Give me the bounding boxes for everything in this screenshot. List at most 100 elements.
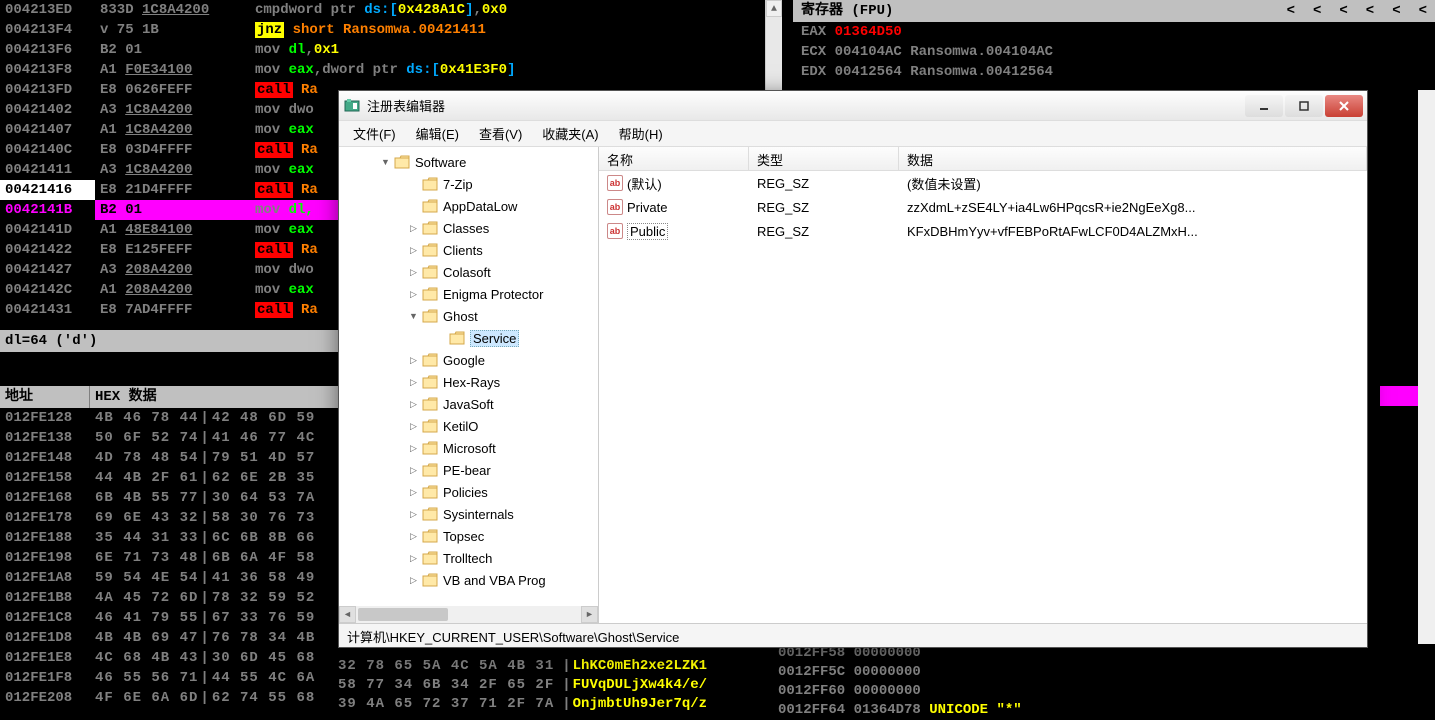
- stack-row[interactable]: 0012FF64 01364D78 UNICODE "*": [770, 701, 1435, 720]
- hex-row[interactable]: 012FE1E84C 68 4B 43|30 6D 45 68: [0, 648, 338, 668]
- reg-nav-arrow[interactable]: <: [1339, 0, 1347, 22]
- regedit-tree-panel[interactable]: ▼ Software 7-Zip AppDataLow ▷Classes▷Clients…: [339, 147, 599, 623]
- tree-node[interactable]: ▷ Topsec: [339, 525, 598, 547]
- tree-node[interactable]: ▷ PE-bear: [339, 459, 598, 481]
- tree-node[interactable]: ▷ Colasoft: [339, 261, 598, 283]
- tree-expand-icon[interactable]: ▷: [407, 442, 420, 455]
- tree-node[interactable]: ▼ Software: [339, 151, 598, 173]
- hex-row[interactable]: 012FE1484D 78 48 54|79 51 4D 57: [0, 448, 338, 468]
- tree-expand-icon[interactable]: ▷: [407, 420, 420, 433]
- hex-row[interactable]: 012FE2084F 6E 6A 6D|62 74 55 68: [0, 688, 338, 708]
- tree-label[interactable]: PE-bear: [443, 463, 491, 478]
- tree-expand-icon[interactable]: [434, 332, 447, 345]
- tree-expand-icon[interactable]: ▷: [407, 376, 420, 389]
- reg-nav-arrow[interactable]: <: [1392, 0, 1400, 22]
- tree-label[interactable]: Hex-Rays: [443, 375, 500, 390]
- tree-label[interactable]: Service: [470, 330, 519, 347]
- tree-expand-icon[interactable]: ▷: [407, 508, 420, 521]
- hex-row[interactable]: 012FE1284B 46 78 44|42 48 6D 59: [0, 408, 338, 428]
- tree-expand-icon[interactable]: ▷: [407, 530, 420, 543]
- list-row[interactable]: ab(默认)REG_SZ(数值未设置): [599, 171, 1367, 195]
- tree-expand-icon[interactable]: ▷: [407, 398, 420, 411]
- tree-expand-icon[interactable]: ▷: [407, 222, 420, 235]
- tree-node[interactable]: ▷Classes: [339, 217, 598, 239]
- hex-row[interactable]: 012FE1C846 41 79 55|67 33 76 59: [0, 608, 338, 628]
- tree-expand-icon[interactable]: ▷: [407, 244, 420, 257]
- tree-node[interactable]: ▼ Ghost: [339, 305, 598, 327]
- tree-label[interactable]: AppDataLow: [443, 199, 517, 214]
- hex-row[interactable]: 012FE1D84B 4B 69 47|76 78 34 4B: [0, 628, 338, 648]
- reg-nav-arrow[interactable]: <: [1419, 0, 1427, 22]
- tree-label[interactable]: Sysinternals: [443, 507, 514, 522]
- tree-label[interactable]: VB and VBA Prog: [443, 573, 546, 588]
- col-header-name[interactable]: 名称: [599, 147, 749, 170]
- tree-label[interactable]: Software: [415, 155, 466, 170]
- tree-expand-icon[interactable]: ▷: [407, 464, 420, 477]
- regedit-titlebar[interactable]: 注册表编辑器: [339, 91, 1367, 121]
- tree-expand-icon[interactable]: ▼: [407, 310, 420, 323]
- tree-node[interactable]: ▷ Google: [339, 349, 598, 371]
- register-row[interactable]: EAX 01364D50: [793, 22, 1435, 42]
- menu-item[interactable]: 帮助(H): [609, 121, 673, 146]
- tree-label[interactable]: Policies: [443, 485, 488, 500]
- tree-node[interactable]: ▷ Enigma Protector: [339, 283, 598, 305]
- tree-label[interactable]: Ghost: [443, 309, 478, 324]
- tree-label[interactable]: Topsec: [443, 529, 484, 544]
- maximize-button[interactable]: [1285, 95, 1323, 117]
- tree-node[interactable]: ▷Clients: [339, 239, 598, 261]
- disasm-row[interactable]: 004213F4v 75 1Bjnz short Ransomwa.004214…: [0, 20, 780, 40]
- col-header-data[interactable]: 数据: [899, 147, 1367, 170]
- tree-node[interactable]: ▷ KetilO: [339, 415, 598, 437]
- col-header-type[interactable]: 类型: [749, 147, 899, 170]
- stack-row[interactable]: 0012FF5C 00000000: [770, 663, 1435, 682]
- close-button[interactable]: [1325, 95, 1363, 117]
- tree-node[interactable]: ▷ Trolltech: [339, 547, 598, 569]
- tree-expand-icon[interactable]: ▼: [379, 156, 392, 169]
- reg-nav-arrow[interactable]: <: [1313, 0, 1321, 22]
- tree-node[interactable]: ▷ JavaSoft: [339, 393, 598, 415]
- tree-label[interactable]: Google: [443, 353, 485, 368]
- hex-row[interactable]: 012FE17869 6E 43 32|58 30 76 73: [0, 508, 338, 528]
- tree-node[interactable]: Service: [339, 327, 598, 349]
- reg-nav-arrow[interactable]: <: [1287, 0, 1295, 22]
- hex-row[interactable]: 012FE18835 44 31 33|6C 6B 8B 66: [0, 528, 338, 548]
- tree-node[interactable]: ▷ Policies: [339, 481, 598, 503]
- tree-expand-icon[interactable]: [407, 200, 420, 213]
- tree-label[interactable]: Microsoft: [443, 441, 496, 456]
- tree-expand-icon[interactable]: ▷: [407, 266, 420, 279]
- tree-expand-icon[interactable]: ▷: [407, 552, 420, 565]
- hex-row[interactable]: 012FE1B84A 45 72 6D|78 32 59 52: [0, 588, 338, 608]
- register-row[interactable]: ECX 004104AC Ransomwa.004104AC: [793, 42, 1435, 62]
- tree-expand-icon[interactable]: ▷: [407, 486, 420, 499]
- tree-node[interactable]: 7-Zip: [339, 173, 598, 195]
- menu-item[interactable]: 编辑(E): [406, 121, 469, 146]
- tree-label[interactable]: Trolltech: [443, 551, 492, 566]
- disasm-row[interactable]: 004213ED833D 1C8A4200cmpdword ptr ds:[0x…: [0, 0, 780, 20]
- disasm-row[interactable]: 004213F6B2 01mov dl,0x1: [0, 40, 780, 60]
- minimize-button[interactable]: [1245, 95, 1283, 117]
- list-row[interactable]: abPrivateREG_SZzzXdmL+zSE4LY+ia4Lw6HPqcs…: [599, 195, 1367, 219]
- tree-label[interactable]: KetilO: [443, 419, 478, 434]
- register-row[interactable]: EDX 00412564 Ransomwa.00412564: [793, 62, 1435, 82]
- right-scrollbar[interactable]: [1418, 90, 1435, 656]
- list-row[interactable]: abPublicREG_SZKFxDBHmYyv+vfFEBPoRtAFwLCF…: [599, 219, 1367, 243]
- hex-row[interactable]: 012FE15844 4B 2F 61|62 6E 2B 35: [0, 468, 338, 488]
- tree-node[interactable]: ▷ VB and VBA Prog: [339, 569, 598, 591]
- tree-expand-icon[interactable]: ▷: [407, 288, 420, 301]
- hex-row[interactable]: 012FE1A859 54 4E 54|41 36 58 49: [0, 568, 338, 588]
- hex-row[interactable]: 012FE1F846 55 56 71|44 55 4C 6A: [0, 668, 338, 688]
- tree-expand-icon[interactable]: ▷: [407, 354, 420, 367]
- hex-row[interactable]: 012FE13850 6F 52 74|41 46 77 4C: [0, 428, 338, 448]
- hex-row[interactable]: 012FE1986E 71 73 48|6B 6A 4F 58: [0, 548, 338, 568]
- tree-label[interactable]: JavaSoft: [443, 397, 494, 412]
- disasm-row[interactable]: 004213F8A1 F0E34100mov eax,dword ptr ds:…: [0, 60, 780, 80]
- tree-node[interactable]: ▷ Sysinternals: [339, 503, 598, 525]
- menu-item[interactable]: 收藏夹(A): [532, 121, 608, 146]
- tree-label[interactable]: Enigma Protector: [443, 287, 543, 302]
- hex-row[interactable]: 012FE1686B 4B 55 77|30 64 53 7A: [0, 488, 338, 508]
- tree-label[interactable]: Colasoft: [443, 265, 491, 280]
- tree-label[interactable]: 7-Zip: [443, 177, 473, 192]
- menu-item[interactable]: 文件(F): [343, 121, 406, 146]
- tree-expand-icon[interactable]: ▷: [407, 574, 420, 587]
- reg-nav-arrow[interactable]: <: [1366, 0, 1374, 22]
